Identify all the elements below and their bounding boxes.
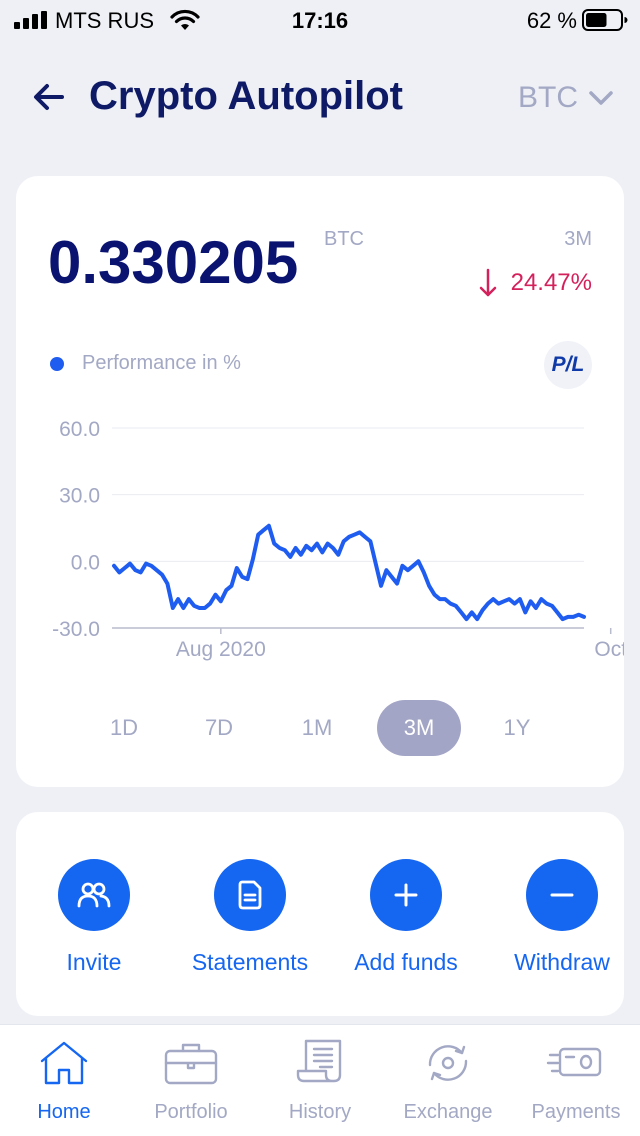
pl-toggle-button[interactable]: P/L (544, 341, 592, 389)
y-tick-label: 0.0 (71, 551, 100, 574)
currency-selector[interactable]: BTC (518, 78, 614, 118)
x-tick-label: Oct (594, 638, 624, 661)
page-title: Crypto Autopilot (89, 74, 404, 118)
chevron-down-icon (589, 91, 613, 105)
action-label: Withdraw (514, 949, 610, 975)
period-button-1d[interactable]: 1D (82, 700, 166, 756)
legend-label: Performance in % (82, 352, 241, 374)
bottom-tab-bar: Home Portfolio History Exchange Payments (0, 1024, 640, 1136)
balance-amount: 0.330205 (48, 229, 299, 296)
tab-payments[interactable]: Payments (512, 1035, 640, 1124)
tab-history[interactable]: History (256, 1035, 384, 1124)
y-tick-label: -30.0 (52, 618, 100, 641)
actions-card: Invite Statements Add funds Withdraw (16, 812, 624, 1016)
tab-label: Portfolio (154, 1101, 228, 1123)
balance-unit: BTC (324, 228, 364, 250)
tab-label: Payments (531, 1101, 621, 1123)
tab-portfolio[interactable]: Portfolio (127, 1035, 255, 1124)
payments-icon (512, 1035, 640, 1091)
battery-percent: 62 % (526, 8, 577, 33)
action-label: Add funds (354, 949, 458, 975)
arrow-down-icon (479, 268, 496, 297)
exchange-icon (384, 1035, 512, 1091)
period-button-1m[interactable]: 1M (275, 700, 359, 756)
change-indicator: 24.47% (479, 268, 592, 298)
period-selector: 1D 7D 1M 3M 1Y (16, 700, 624, 756)
performance-line (112, 523, 586, 622)
y-tick-label: 30.0 (59, 485, 100, 508)
tab-label: Home (37, 1101, 91, 1123)
statements-button[interactable]: Statements (180, 859, 320, 976)
back-arrow-icon[interactable] (28, 76, 70, 118)
tab-label: Exchange (403, 1101, 493, 1123)
receipt-icon (256, 1035, 384, 1091)
x-tick-label: Aug 2020 (176, 638, 266, 661)
minus-icon (526, 859, 598, 931)
status-bar: MTS RUS 17:16 62 % (0, 0, 640, 40)
period-button-7d[interactable]: 7D (177, 700, 261, 756)
selected-period-label: 3M (564, 228, 592, 250)
y-tick-label: 60.0 (59, 418, 100, 441)
plus-icon (370, 859, 442, 931)
period-button-3m[interactable]: 3M (377, 700, 461, 756)
tab-exchange[interactable]: Exchange (384, 1035, 512, 1124)
tab-label: History (288, 1101, 352, 1123)
action-label: Statements (191, 949, 309, 975)
app-header: Crypto Autopilot BTC (0, 60, 640, 132)
withdraw-button[interactable]: Withdraw (492, 859, 632, 976)
change-percent: 24.47% (510, 269, 592, 296)
currency-value: BTC (518, 81, 578, 114)
add-funds-button[interactable]: Add funds (336, 859, 476, 976)
action-label: Invite (66, 949, 122, 975)
document-icon (214, 859, 286, 931)
battery-icon (582, 9, 628, 31)
performance-chart: 60.0 30.0 0.0 -30.0 Aug 2020 Oct (52, 418, 624, 661)
performance-card: 0.330205 BTC 3M 24.47% Performance in % … (16, 176, 624, 787)
invite-button[interactable]: Invite (24, 859, 164, 976)
home-icon (0, 1035, 128, 1091)
people-icon (58, 859, 130, 931)
period-button-1y[interactable]: 1Y (475, 700, 559, 756)
tab-home[interactable]: Home (0, 1035, 128, 1124)
chart-legend: Performance in % (48, 352, 241, 375)
briefcase-icon (127, 1035, 255, 1091)
legend-dot (50, 356, 64, 371)
